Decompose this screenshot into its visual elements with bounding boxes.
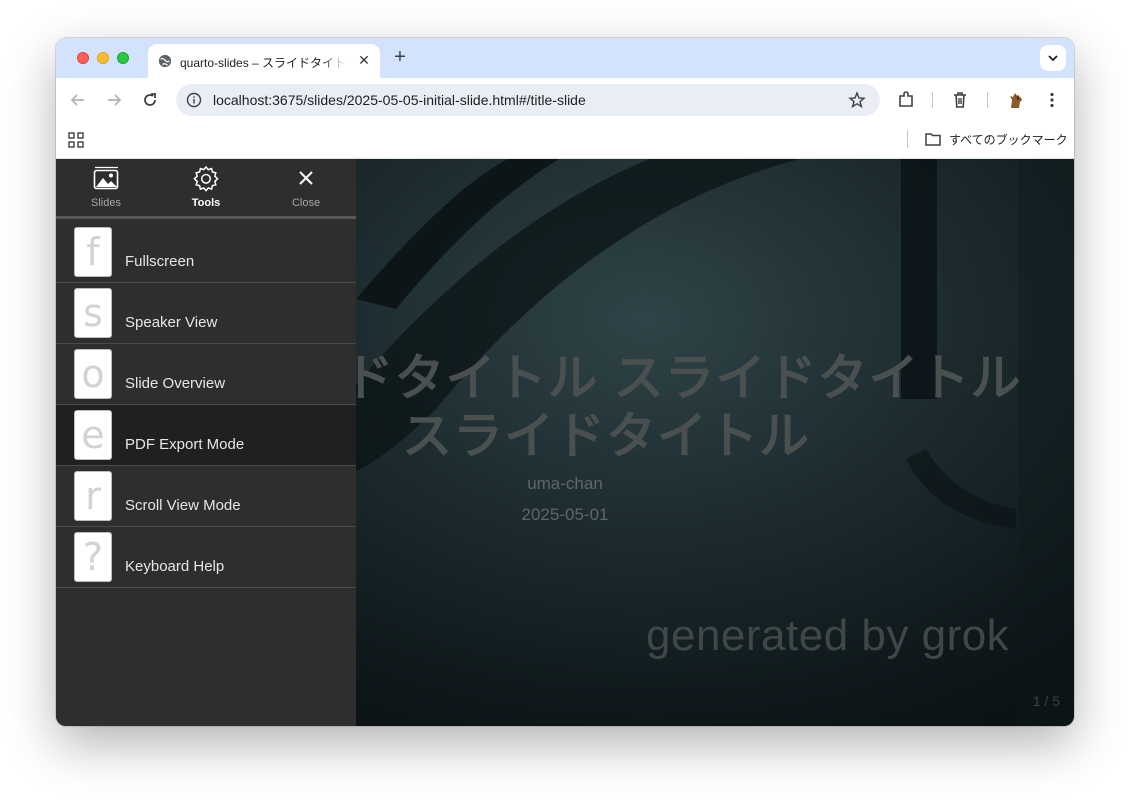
window-minimize-button[interactable] — [97, 52, 109, 64]
slide-author: uma-chan — [527, 474, 603, 493]
menu-item-label: PDF Export Mode — [125, 436, 245, 453]
more-menu-icon[interactable] — [1042, 90, 1062, 110]
menu-item-scroll-view-mode[interactable]: r Scroll View Mode — [56, 466, 356, 527]
keycap: o — [74, 349, 112, 399]
address-bar[interactable]: localhost:3675/slides/2025-05-05-initial… — [176, 84, 880, 116]
apps-grid-icon[interactable] — [68, 132, 84, 148]
tab-tools-label: Tools — [191, 197, 221, 209]
bookmark-star-icon[interactable] — [848, 91, 866, 109]
menu-item-fullscreen[interactable]: f Fullscreen — [56, 222, 356, 283]
slide-menu-panel: Slides Tools Close f Fullscreen s Speake… — [56, 159, 356, 726]
profile-avatar-icon[interactable] — [1006, 90, 1026, 110]
tab-close-icon[interactable]: ✕ — [356, 52, 372, 68]
new-tab-button[interactable]: + — [390, 47, 410, 67]
chevron-down-icon — [1048, 55, 1058, 62]
menu-item-keyboard-help[interactable]: ? Keyboard Help — [56, 527, 356, 588]
tools-menu-list: f Fullscreen s Speaker View o Slide Over… — [56, 222, 356, 588]
keycap: f — [74, 227, 112, 277]
bookmarks-divider — [907, 130, 908, 148]
toolbar-divider — [932, 92, 933, 108]
toolbar-divider — [987, 92, 988, 108]
browser-tab[interactable]: quarto-slides – スライドタイトル スライドタイトル スライドタイ… — [148, 44, 380, 78]
menu-item-slide-overview[interactable]: o Slide Overview — [56, 344, 356, 405]
gear-icon — [193, 165, 219, 192]
tab-strip: quarto-slides – スライドタイトル スライドタイトル スライドタイ… — [56, 38, 1074, 78]
tab-close[interactable]: Close — [256, 159, 356, 219]
image-icon — [93, 166, 119, 190]
menu-item-label: Speaker View — [125, 314, 218, 331]
menu-item-label: Scroll View Mode — [125, 497, 241, 514]
slide-watermark: generated by grok — [646, 611, 1010, 660]
browser-toolbar: localhost:3675/slides/2025-05-05-initial… — [56, 78, 1074, 122]
browser-window: quarto-slides – スライドタイトル スライドタイトル スライドタイ… — [56, 38, 1074, 726]
slide-number: 1 / 5 — [1032, 693, 1060, 709]
menu-item-label: Keyboard Help — [125, 558, 225, 575]
tab-slides-label: Slides — [91, 197, 121, 209]
info-icon[interactable] — [186, 92, 202, 108]
slide-date: 2025-05-01 — [521, 505, 609, 524]
page-content: スライドタイトル スライドタイトル スライドタイトル uma-chan 2025… — [56, 159, 1074, 726]
reload-icon[interactable] — [140, 90, 160, 110]
extensions-icon[interactable] — [896, 90, 916, 110]
forward-icon[interactable] — [104, 90, 124, 110]
close-icon — [299, 171, 313, 185]
keycap: ? — [74, 532, 112, 582]
menu-item-label: Fullscreen — [125, 253, 195, 270]
tab-search-button[interactable] — [1040, 45, 1066, 71]
tab-tools[interactable]: Tools — [156, 159, 256, 219]
window-zoom-button[interactable] — [117, 52, 129, 64]
globe-icon — [158, 54, 172, 68]
menu-item-pdf-export-mode[interactable]: e PDF Export Mode — [56, 405, 356, 466]
url-text: localhost:3675/slides/2025-05-05-initial… — [213, 92, 586, 108]
keycap: r — [74, 471, 112, 521]
all-bookmarks-link[interactable]: すべてのブックマーク — [949, 131, 1068, 148]
tab-close-label: Close — [291, 197, 321, 209]
back-icon[interactable] — [68, 90, 88, 110]
tab-slides[interactable]: Slides — [56, 159, 156, 219]
keycap: e — [74, 410, 112, 460]
keycap: s — [74, 288, 112, 338]
tab-title: quarto-slides – スライドタイトル スライドタイトル スライドタイ… — [180, 56, 346, 70]
menu-item-label: Slide Overview — [125, 375, 226, 392]
trash-icon[interactable] — [950, 90, 970, 110]
folder-icon — [925, 133, 941, 146]
menu-item-speaker-view[interactable]: s Speaker View — [56, 283, 356, 344]
window-close-button[interactable] — [77, 52, 89, 64]
bookmarks-bar: すべてのブックマーク — [56, 122, 1074, 159]
menu-tab-bar: Slides Tools Close — [56, 159, 356, 219]
